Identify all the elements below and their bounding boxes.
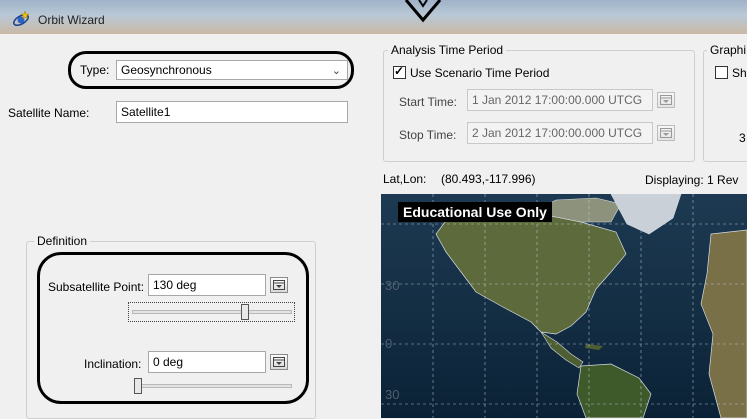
analysis-time-title: Analysis Time Period (388, 43, 507, 57)
type-dropdown[interactable]: Geosynchronous ⌄ (116, 60, 348, 80)
use-scenario-checkbox[interactable] (393, 64, 406, 79)
start-time-value: 1 Jan 2012 17:00:00.000 UTCG (472, 93, 643, 107)
orbit-wizard-icon (13, 10, 30, 27)
inclination-input[interactable]: 0 deg (148, 351, 266, 373)
calendar-icon (660, 95, 672, 105)
calendar-icon (660, 128, 672, 138)
latlon-label: Lat,Lon: (383, 172, 427, 186)
stop-time-value: 2 Jan 2012 17:00:00.000 UTCG (472, 126, 643, 140)
inclination-slider-thumb[interactable] (134, 378, 142, 394)
satellite-name-input[interactable]: Satellite1 (116, 101, 348, 123)
inclination-slider[interactable] (134, 384, 292, 388)
graphics-show-label: Sho (732, 66, 747, 80)
start-time-input[interactable]: 1 Jan 2012 17:00:00.000 UTCG (467, 89, 653, 111)
stop-time-input[interactable]: 2 Jan 2012 17:00:00.000 UTCG (467, 122, 653, 144)
inclination-label: Inclination: (84, 357, 142, 371)
orbit-settings-panel: Type: Geosynchronous ⌄ Satellite Name: S… (8, 34, 375, 419)
start-time-calendar-button[interactable] (657, 92, 675, 108)
subsatellite-point-input[interactable]: 130 deg (148, 274, 266, 296)
type-dropdown-value: Geosynchronous (121, 63, 212, 77)
graphics-title: Graphi (707, 43, 747, 57)
world-map (381, 194, 747, 418)
definition-title: Definition (34, 234, 91, 248)
use-scenario-label: Use Scenario Time Period (410, 66, 550, 80)
displaying-label: Displaying: 1 Rev (645, 173, 739, 187)
map-view[interactable]: Educational Use Only 30 0 30 (381, 194, 747, 418)
unit-picker-icon (273, 280, 285, 290)
unit-picker-icon (273, 357, 285, 367)
title-bar: Orbit Wizard (0, 0, 747, 34)
subsatellite-point-unit-button[interactable] (270, 277, 288, 293)
chevron-down-icon: ⌄ (331, 65, 341, 77)
inclination-unit-button[interactable] (270, 354, 288, 370)
satellite-name-value: Satellite1 (121, 105, 171, 119)
window-title: Orbit Wizard (38, 13, 105, 27)
map-lat-label: 0 (385, 336, 393, 351)
analysis-panel: Analysis Time Period Use Scenario Time P… (381, 34, 747, 418)
educational-use-banner: Educational Use Only (398, 202, 552, 222)
stop-time-label: Stop Time: (399, 128, 457, 142)
subsatellite-point-slider-thumb[interactable] (241, 304, 250, 320)
start-time-label: Start Time: (399, 95, 458, 109)
inclination-value: 0 deg (153, 355, 184, 369)
stop-time-calendar-button[interactable] (657, 125, 675, 141)
subsatellite-point-slider[interactable] (132, 310, 292, 314)
type-label: Type: (80, 63, 110, 77)
map-lat-label: 30 (385, 278, 400, 293)
graphics-show-checkbox[interactable] (715, 66, 728, 79)
latlon-value: (80.493,-117.996) (441, 172, 536, 186)
satellite-name-label: Satellite Name: (8, 106, 90, 120)
annotation-arrow-icon (404, 0, 442, 23)
subsatellite-point-label: Subsatellite Point: (48, 280, 145, 294)
subsatellite-point-value: 130 deg (153, 278, 197, 292)
map-lat-label: 30 (385, 387, 400, 402)
graphics-value: 3 (739, 131, 746, 145)
